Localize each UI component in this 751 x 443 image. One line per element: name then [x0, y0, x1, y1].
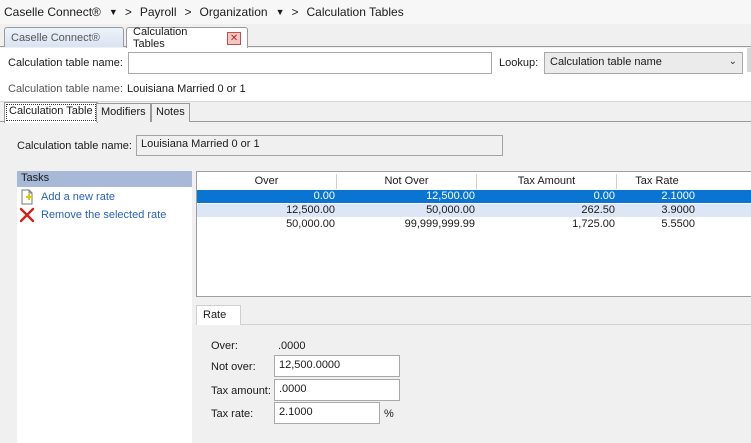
- not-over-input[interactable]: 12,500.0000: [274, 355, 400, 377]
- add-rate-task[interactable]: Add a new rate: [19, 189, 115, 205]
- lookup-select[interactable]: Calculation table name ⌄: [544, 52, 743, 74]
- chevron-down-icon: ⌄: [728, 56, 737, 67]
- breadcrumb-calculation-tables: Calculation Tables: [306, 5, 404, 19]
- header-scrollbar[interactable]: [747, 48, 751, 72]
- cell-not-over: 99,999,999.99: [404, 218, 475, 230]
- tab-rate[interactable]: Rate: [196, 305, 241, 325]
- chevron-right-icon: >: [291, 5, 299, 19]
- close-icon[interactable]: ✕: [227, 31, 241, 45]
- tab-notes[interactable]: Notes: [151, 103, 190, 122]
- rates-grid: Over Not Over Tax Amount Tax Rate 0.00 1…: [196, 171, 751, 297]
- readout-label: Calculation table name:: [8, 83, 123, 95]
- remove-rate-link[interactable]: Remove the selected rate: [41, 209, 166, 221]
- readout-value: Louisiana Married 0 or 1: [127, 83, 246, 95]
- tab-label: Caselle Connect®: [11, 31, 100, 44]
- cell-tax-rate: 2.1000: [661, 190, 695, 202]
- detail-name-field: Louisiana Married 0 or 1: [136, 135, 503, 156]
- tasks-header: Tasks: [17, 171, 192, 187]
- tax-rate-label: Tax rate:: [211, 408, 254, 420]
- cell-over: 0.00: [313, 190, 335, 202]
- breadcrumb-organization[interactable]: Organization: [200, 5, 268, 19]
- cell-tax-amount: 262.50: [581, 204, 615, 216]
- add-rate-link[interactable]: Add a new rate: [41, 191, 115, 203]
- dropdown-arrow-icon[interactable]: ▼: [276, 7, 285, 17]
- grid-header: Over Not Over Tax Amount Tax Rate: [197, 174, 751, 189]
- column-header-tax-amount[interactable]: Tax Amount: [477, 174, 617, 189]
- table-row[interactable]: 0.00 12,500.00 0.00 2.1000: [197, 190, 751, 203]
- document-tab-strip: Caselle Connect® Calculation Tables ✕: [0, 24, 751, 50]
- tax-rate-input[interactable]: 2.1000: [274, 402, 380, 424]
- remove-rate-task[interactable]: Remove the selected rate: [19, 207, 166, 223]
- lookup-select-value: Calculation table name: [550, 56, 662, 68]
- percent-unit: %: [384, 408, 394, 420]
- detail-name-label: Calculation table name:: [17, 140, 132, 152]
- calculation-table-name-input[interactable]: [128, 52, 492, 74]
- search-header: Calculation table name: Lookup: Calculat…: [0, 48, 751, 102]
- tab-calculation-tables[interactable]: Calculation Tables ✕: [126, 26, 248, 50]
- chevron-right-icon: >: [124, 5, 132, 19]
- calculation-table-name-label: Calculation table name:: [8, 57, 123, 69]
- cell-over: 12,500.00: [286, 204, 335, 216]
- cell-tax-amount: 0.00: [593, 190, 615, 202]
- tax-amount-input[interactable]: .0000: [274, 379, 400, 401]
- chevron-right-icon: >: [184, 5, 192, 19]
- tab-label: Calculation Tables: [133, 26, 188, 50]
- cell-tax-rate: 3.9000: [661, 204, 695, 216]
- cell-over: 50,000.00: [286, 218, 335, 230]
- red-x-icon: [19, 207, 35, 223]
- cell-tax-amount: 1,725.00: [572, 218, 615, 230]
- dropdown-arrow-icon[interactable]: ▼: [109, 7, 118, 17]
- breadcrumb-caselle-connect[interactable]: Caselle Connect®: [4, 5, 101, 19]
- breadcrumb: Caselle Connect® ▼ > Payroll > Organizati…: [0, 0, 751, 24]
- column-header-tax-rate[interactable]: Tax Rate: [617, 174, 697, 189]
- cell-not-over: 50,000.00: [426, 204, 475, 216]
- tab-calculation-table[interactable]: Calculation Table: [4, 102, 98, 123]
- over-label: Over:: [211, 340, 238, 352]
- tasks-panel: Tasks Add a new rate Remove the selected…: [17, 171, 192, 443]
- tab-caselle-connect[interactable]: Caselle Connect®: [4, 27, 124, 47]
- cell-tax-rate: 5.5500: [661, 218, 695, 230]
- column-header-not-over[interactable]: Not Over: [337, 174, 477, 189]
- not-over-label: Not over:: [211, 361, 256, 373]
- tab-modifiers[interactable]: Modifiers: [96, 103, 151, 122]
- over-value: .0000: [278, 340, 306, 352]
- tax-amount-label: Tax amount:: [211, 385, 271, 397]
- table-row[interactable]: 12,500.00 50,000.00 262.50 3.9000: [197, 204, 751, 217]
- breadcrumb-payroll[interactable]: Payroll: [140, 5, 177, 19]
- lookup-label: Lookup:: [499, 57, 539, 69]
- cell-not-over: 12,500.00: [426, 190, 475, 202]
- add-document-icon: [19, 189, 35, 205]
- column-header-over[interactable]: Over: [197, 174, 337, 189]
- table-row[interactable]: 50,000.00 99,999,999.99 1,725.00 5.5500: [197, 218, 751, 231]
